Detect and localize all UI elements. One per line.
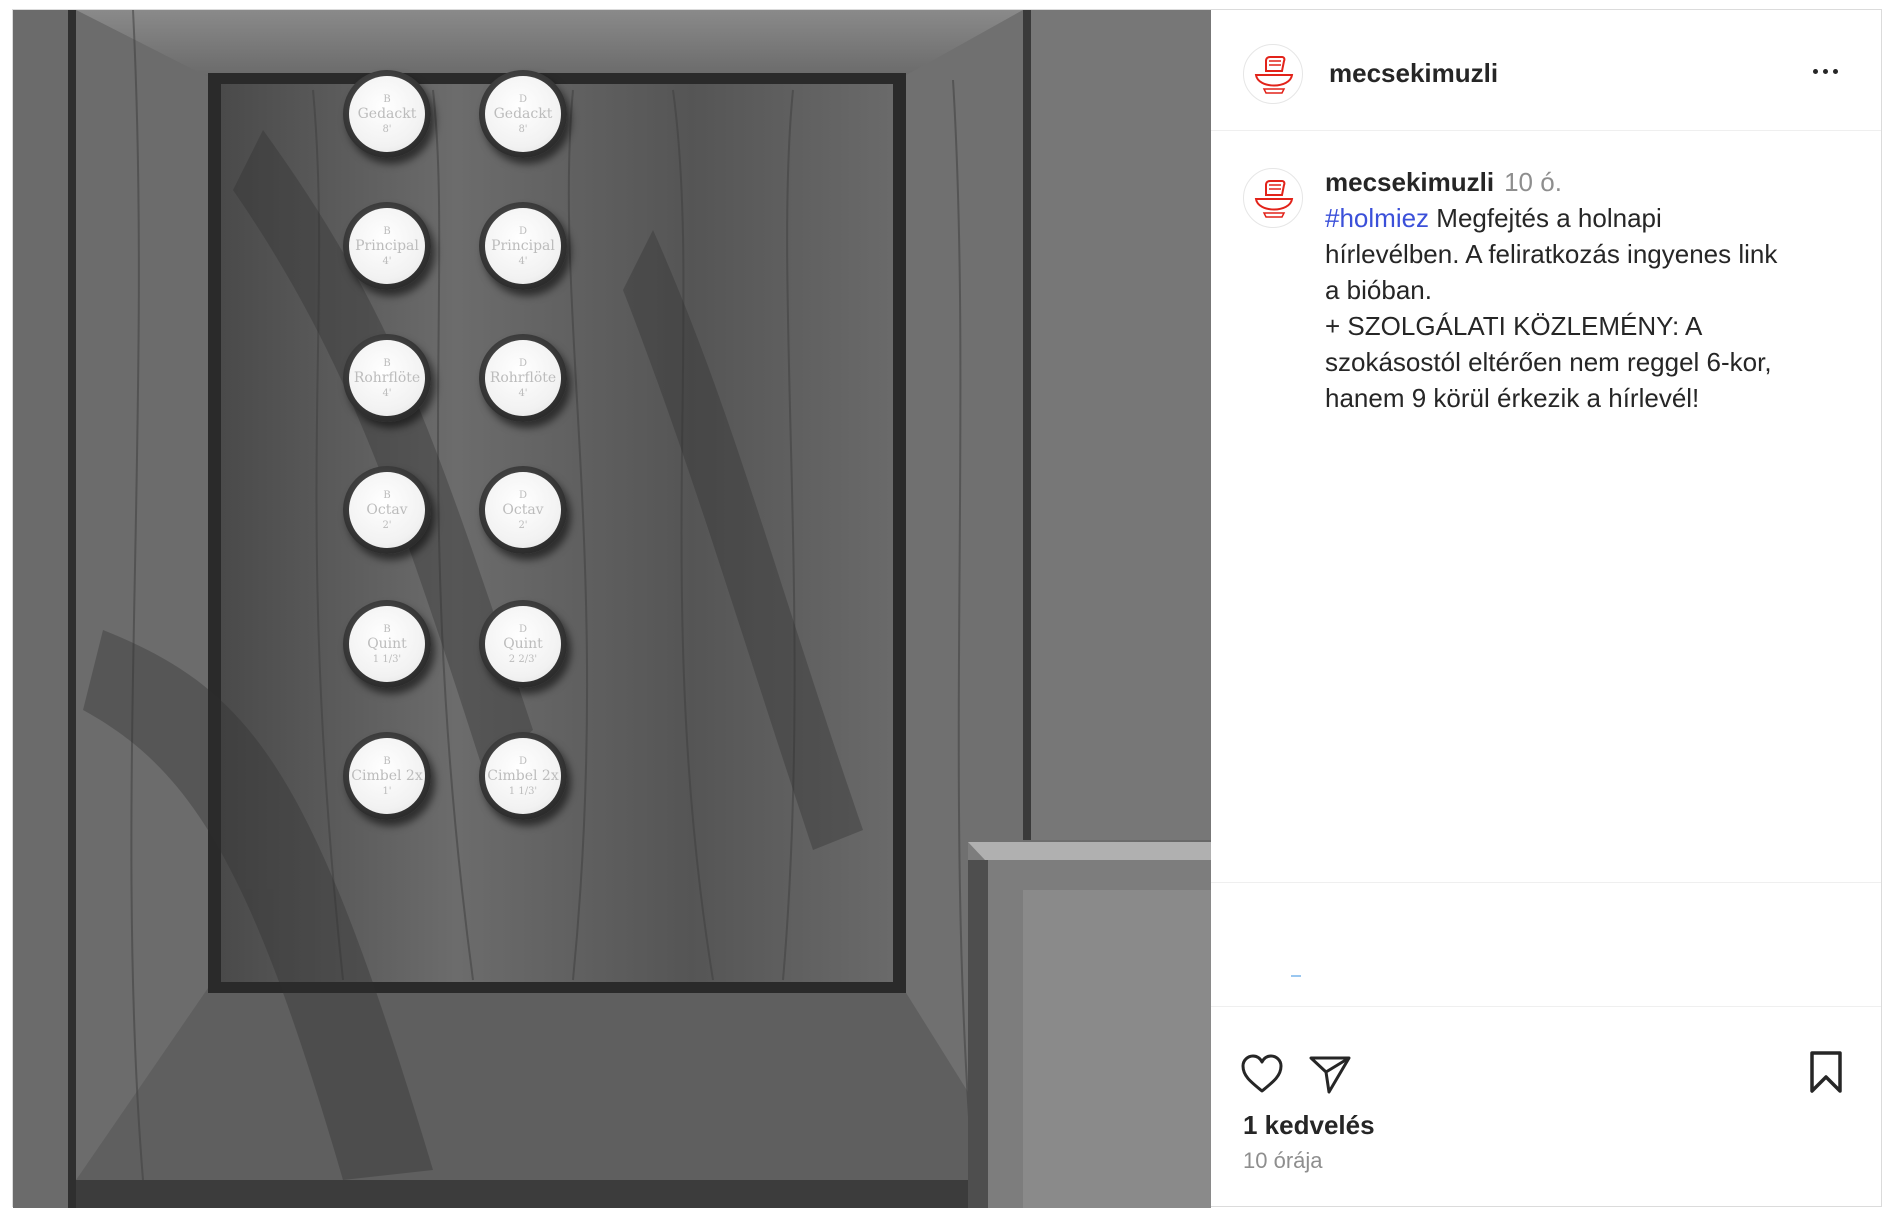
stop-knob-name: Quint (367, 635, 407, 652)
stop-knob: D Octav 2' (479, 466, 567, 554)
stop-knob: B Octav 2' (343, 466, 431, 554)
likes-count[interactable]: 1 kedvelés (1243, 1110, 1375, 1141)
stop-knob-letter: D (518, 357, 528, 369)
stop-knob-face: B Cimbel 2x 1' (349, 738, 425, 814)
caption-line: hírlevélben. A feliratkozás ingyenes lin… (1325, 239, 1778, 269)
stop-knob-letter: B (383, 755, 391, 767)
stop-knob-size: 2 2/3' (508, 653, 538, 665)
stop-knob-name: Cimbel 2x (351, 767, 423, 784)
stop-knob: D Gedackt 8' (479, 70, 567, 158)
stop-knob: B Principal 4' (343, 202, 431, 290)
post-photo[interactable]: B Gedackt 8' D Gedackt 8' B Principal 4' D Princip… (13, 10, 1211, 1208)
post-actions: 1 kedvelés 10 órája (1211, 1010, 1881, 1210)
divider (1211, 1006, 1881, 1007)
stop-knob: D Quint 2 2/3' (479, 600, 567, 688)
stop-knob-name: Rohrflöte (353, 369, 421, 386)
stop-knob-size: 4' (518, 255, 528, 267)
stop-knob-name: Gedackt (357, 105, 417, 122)
avatar[interactable] (1243, 44, 1303, 104)
stop-knob-name: Octav (502, 501, 544, 518)
caption-line: Megfejtés a holnapi (1429, 203, 1662, 233)
divider (1211, 882, 1881, 883)
stop-knob-size: 8' (518, 123, 528, 135)
stop-knob-name: Principal (355, 237, 419, 254)
heart-icon[interactable] (1241, 1054, 1283, 1099)
loading-indicator (1291, 975, 1301, 977)
post-sidebar: mecsekimuzli mecsekimuzli 10 ó. #holmiez… (1211, 10, 1881, 1206)
caption-username[interactable]: mecsekimuzli (1325, 167, 1494, 197)
stop-knob-face: D Principal 4' (485, 208, 561, 284)
paper-plane-icon[interactable] (1309, 1054, 1351, 1099)
stop-knob: B Rohrflöte 4' (343, 334, 431, 422)
caption-avatar[interactable] (1243, 168, 1303, 228)
more-horizontal-icon[interactable] (1805, 60, 1845, 82)
stop-knob-face: D Cimbel 2x 1 1/3' (485, 738, 561, 814)
bookmark-icon[interactable] (1809, 1050, 1843, 1099)
stop-knob-face: B Principal 4' (349, 208, 425, 284)
stop-knob-letter: D (518, 623, 528, 635)
stop-knob-size: 2' (382, 519, 392, 531)
caption-timestamp[interactable]: 10 ó. (1504, 167, 1562, 197)
hashtag-link[interactable]: #holmiez (1325, 203, 1429, 233)
stop-knob-letter: D (518, 755, 528, 767)
stop-knob-letter: B (383, 225, 391, 237)
stop-knob-face: B Octav 2' (349, 472, 425, 548)
caption-line: + SZOLGÁLATI KÖZLEMÉNY: A (1325, 311, 1703, 341)
stop-knob-face: D Quint 2 2/3' (485, 606, 561, 682)
post-time[interactable]: 10 órája (1243, 1148, 1323, 1174)
stop-knob-face: D Rohrflöte 4' (485, 340, 561, 416)
caption-text: mecsekimuzli 10 ó. #holmiez Megfejtés a h… (1325, 164, 1855, 416)
stop-knob-size: 1' (382, 785, 392, 797)
stop-knob-size: 2' (518, 519, 528, 531)
stop-knob-letter: B (383, 623, 391, 635)
stop-knob-face: B Quint 1 1/3' (349, 606, 425, 682)
post-author-username[interactable]: mecsekimuzli (1329, 58, 1498, 89)
stop-knob: B Cimbel 2x 1' (343, 732, 431, 820)
stop-knob: B Quint 1 1/3' (343, 600, 431, 688)
stop-knob-size: 4' (518, 387, 528, 399)
stop-knob: D Principal 4' (479, 202, 567, 290)
stop-knob-name: Gedackt (493, 105, 553, 122)
stop-knob-face: D Gedackt 8' (485, 76, 561, 152)
stop-knob-name: Cimbel 2x (487, 767, 559, 784)
stop-knob-letter: B (383, 357, 391, 369)
stop-knob: D Rohrflöte 4' (479, 334, 567, 422)
stop-knob-letter: B (383, 93, 391, 105)
stop-knob-letter: D (518, 225, 528, 237)
stop-knob-name: Octav (366, 501, 408, 518)
stop-knob-letter: D (518, 489, 528, 501)
caption-line: hanem 9 körül érkezik a hírlevél! (1325, 383, 1700, 413)
stop-knob-name: Principal (491, 237, 555, 254)
stop-knob-size: 1 1/3' (508, 785, 538, 797)
organ-panel-image (13, 10, 1211, 1208)
caption-line: a bióban. (1325, 275, 1432, 305)
stop-knob-letter: B (383, 489, 391, 501)
caption-line: szokásostól eltérően nem reggel 6-kor, (1325, 347, 1772, 377)
post-header: mecsekimuzli (1211, 10, 1881, 131)
stop-knob-face: B Gedackt 8' (349, 76, 425, 152)
bowl-fist-logo-icon (1254, 180, 1294, 218)
stop-knob-name: Rohrflöte (489, 369, 557, 386)
stop-knob-size: 4' (382, 387, 392, 399)
stop-knob-name: Quint (503, 635, 543, 652)
stop-knob-face: B Rohrflöte 4' (349, 340, 425, 416)
post-card: B Gedackt 8' D Gedackt 8' B Principal 4' D Princip… (12, 9, 1882, 1208)
bowl-fist-logo-icon (1254, 56, 1294, 94)
stop-knob-size: 4' (382, 255, 392, 267)
stop-knob: B Gedackt 8' (343, 70, 431, 158)
stop-knob-letter: D (518, 93, 528, 105)
stop-knob: D Cimbel 2x 1 1/3' (479, 732, 567, 820)
stop-knob-size: 1 1/3' (372, 653, 402, 665)
stop-knob-size: 8' (382, 123, 392, 135)
stop-knob-face: D Octav 2' (485, 472, 561, 548)
